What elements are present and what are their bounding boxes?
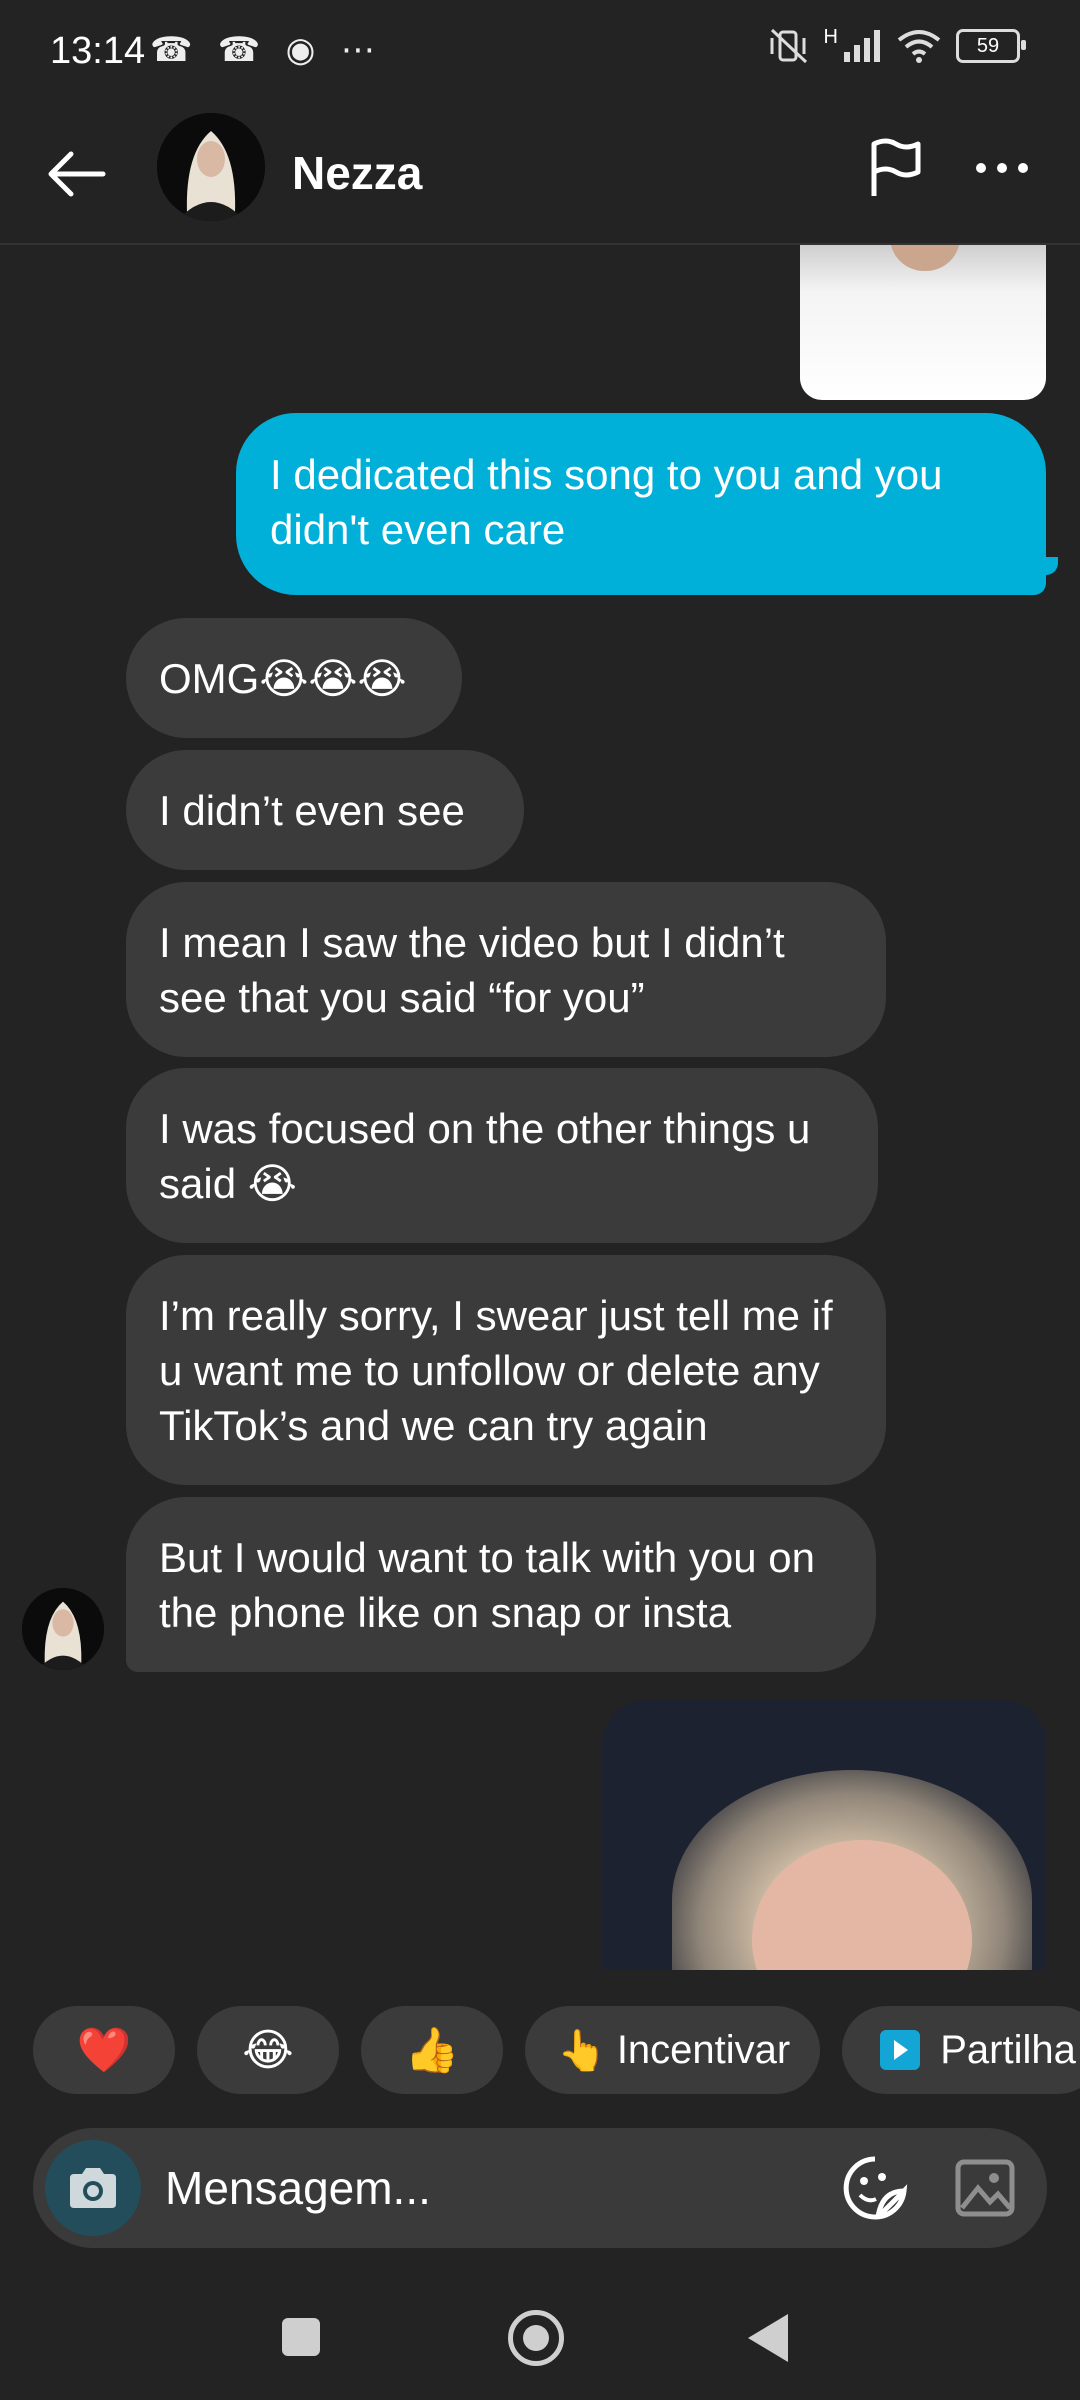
gallery-button[interactable] <box>951 2154 1019 2222</box>
status-time: 13:14 <box>50 30 146 72</box>
more-dots-icon <box>976 163 1028 173</box>
quick-reactions: ❤️ 😂 👍 👆 Incentivar Partilha <box>33 2006 1080 2094</box>
incoming-message[interactable]: OMG😭😭😭 <box>126 618 462 738</box>
image-detail <box>890 245 960 271</box>
play-icon <box>880 2030 921 2070</box>
system-nav-bar <box>0 2290 1080 2400</box>
recent-apps-button[interactable] <box>282 2318 320 2356</box>
avatar-photo <box>22 1588 104 1670</box>
vibrate-icon <box>770 28 807 64</box>
incoming-message[interactable]: I’m really sorry, I swear just tell me i… <box>126 1255 886 1485</box>
heart-reaction-button[interactable]: ❤️ <box>33 2006 175 2094</box>
message-composer <box>33 2128 1047 2248</box>
back-button[interactable] <box>40 138 112 210</box>
notification-icons: ☎ ☎ ◉ ⋯ <box>150 31 383 69</box>
avatar-photo <box>157 113 265 221</box>
incoming-message[interactable]: I didn’t even see <box>126 750 524 870</box>
incoming-message[interactable]: I was focused on the other things u said… <box>126 1068 878 1243</box>
message-input[interactable] <box>165 2158 725 2218</box>
share-label: Partilha <box>940 2027 1076 2072</box>
arrow-left-icon <box>48 151 106 197</box>
pointing-hand-icon: 👆 <box>557 2028 607 2073</box>
incoming-message[interactable]: But I would want to talk with you on the… <box>126 1497 876 1672</box>
network-type: H <box>823 25 838 48</box>
status-bar: 13:14 ☎ ☎ ◉ ⋯ H 59 <box>0 0 1080 108</box>
sticker-button[interactable] <box>841 2154 909 2222</box>
contact-avatar[interactable] <box>157 113 265 221</box>
report-button[interactable] <box>860 132 932 204</box>
outgoing-message[interactable]: I dedicated this song to you and you did… <box>236 413 1046 595</box>
sticker-icon <box>843 2156 908 2220</box>
bubble-tail <box>1036 557 1058 575</box>
home-button[interactable] <box>508 2310 564 2366</box>
laugh-reaction-button[interactable]: 😂 <box>197 2006 339 2094</box>
message-list[interactable]: I dedicated this song to you and you did… <box>0 245 1080 1970</box>
wifi-icon <box>897 30 941 63</box>
sender-avatar[interactable] <box>22 1588 104 1670</box>
thumbs-up-reaction-button[interactable]: 👍 <box>361 2006 503 2094</box>
flag-icon <box>871 138 921 196</box>
battery-icon: 59 <box>956 29 1026 63</box>
camera-button[interactable] <box>45 2140 141 2236</box>
system-back-button[interactable] <box>748 2314 788 2362</box>
nudge-button[interactable]: 👆 Incentivar <box>525 2006 821 2094</box>
chat-header: Nezza <box>0 108 1080 245</box>
signal-icon <box>844 30 880 62</box>
incoming-message[interactable]: I mean I saw the video but I didn’t see … <box>126 882 886 1057</box>
status-right: H 59 <box>766 25 1026 66</box>
shared-image-bottom[interactable] <box>602 1700 1046 1970</box>
nudge-label: Incentivar <box>616 2027 791 2072</box>
share-button[interactable]: Partilha <box>842 2006 1080 2094</box>
contact-name[interactable]: Nezza <box>292 146 422 200</box>
shared-image-top[interactable] <box>800 245 1046 400</box>
more-options-button[interactable] <box>966 132 1038 204</box>
image-icon <box>955 2159 1015 2217</box>
camera-icon <box>70 2168 116 2208</box>
